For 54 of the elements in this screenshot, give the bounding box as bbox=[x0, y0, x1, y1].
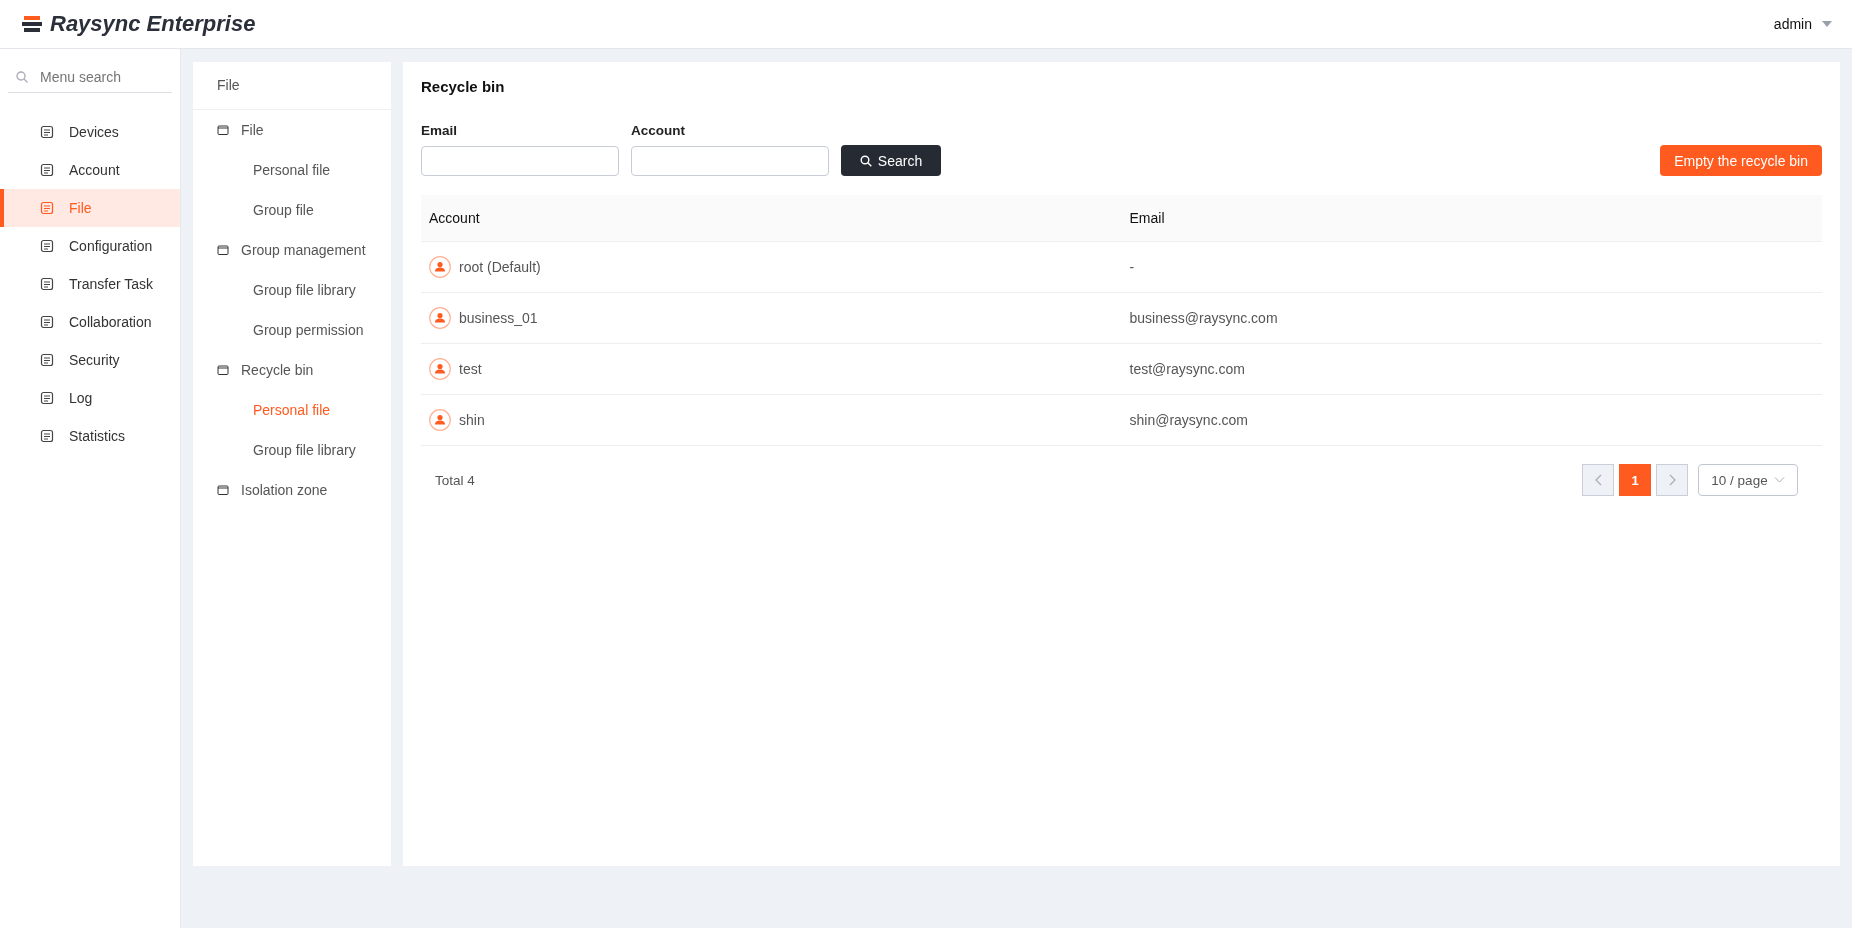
table-cell: business_01 bbox=[459, 310, 538, 326]
table-cell: - bbox=[1129, 259, 1135, 275]
avatar-icon bbox=[429, 409, 451, 431]
table-cell: test bbox=[459, 361, 482, 377]
submenu-group[interactable]: File bbox=[193, 110, 391, 150]
chevron-down-icon bbox=[1773, 477, 1785, 483]
sidebar-item[interactable]: Statistics bbox=[0, 417, 180, 455]
table-cell: shin@raysync.com bbox=[1129, 412, 1248, 428]
chevron-left-icon bbox=[1594, 474, 1602, 486]
sidebar-item[interactable]: Log bbox=[0, 379, 180, 417]
sidebar-item[interactable]: Account bbox=[0, 151, 180, 189]
submenu-group[interactable]: Group management bbox=[193, 230, 391, 270]
column-header: Email bbox=[1128, 210, 1166, 226]
next-page-button[interactable] bbox=[1656, 464, 1688, 496]
table-cell: test@raysync.com bbox=[1129, 361, 1245, 377]
submenu-item[interactable]: Group file library bbox=[193, 270, 391, 310]
submenu-item[interactable]: Group file bbox=[193, 190, 391, 230]
avatar-icon bbox=[429, 307, 451, 329]
list-icon bbox=[40, 391, 54, 405]
total-count: Total 4 bbox=[435, 472, 475, 488]
logo-icon bbox=[20, 14, 44, 34]
user-menu[interactable]: admin bbox=[1773, 16, 1812, 32]
submenu-group[interactable]: Isolation zone bbox=[193, 470, 391, 510]
input-field[interactable] bbox=[421, 146, 619, 176]
chevron-right-icon bbox=[1668, 474, 1676, 486]
column-header: Account bbox=[428, 210, 481, 226]
submenu-group[interactable]: Recycle bin bbox=[193, 350, 391, 390]
caret-icon[interactable] bbox=[1822, 21, 1832, 27]
submenu-item[interactable]: Group permission bbox=[193, 310, 391, 350]
folder-icon bbox=[217, 124, 229, 136]
table-cell: root (Default) bbox=[459, 259, 541, 275]
menu-search-field[interactable]: Menu search bbox=[38, 68, 172, 86]
brand-name: Raysync Enterprise bbox=[50, 11, 256, 37]
sidebar-item[interactable]: Transfer Task bbox=[0, 265, 180, 303]
input-field[interactable] bbox=[631, 146, 829, 176]
search-icon bbox=[16, 71, 28, 83]
submenu-title: File bbox=[193, 62, 391, 110]
avatar-icon bbox=[429, 256, 451, 278]
sidebar-item[interactable]: Security bbox=[0, 341, 180, 379]
page-title: Recycle bin bbox=[421, 78, 506, 95]
table-cell: shin bbox=[459, 412, 485, 428]
field-label: Account bbox=[631, 123, 686, 138]
page-size-select[interactable]: 10 / page bbox=[1698, 464, 1798, 496]
table-cell: business@raysync.com bbox=[1129, 310, 1278, 326]
submenu-item[interactable]: Personal file bbox=[193, 150, 391, 190]
sidebar-item[interactable]: Devices bbox=[0, 113, 180, 151]
search-button[interactable]: Search bbox=[841, 145, 941, 176]
sidebar-item[interactable]: Collaboration bbox=[0, 303, 180, 341]
avatar-icon bbox=[429, 358, 451, 380]
previous-page-button[interactable] bbox=[1582, 464, 1614, 496]
search-icon bbox=[859, 154, 872, 167]
submenu-item[interactable]: Group file library bbox=[193, 430, 391, 470]
sidebar-item[interactable]: Configuration bbox=[0, 227, 180, 265]
field-label: Email bbox=[421, 123, 459, 138]
